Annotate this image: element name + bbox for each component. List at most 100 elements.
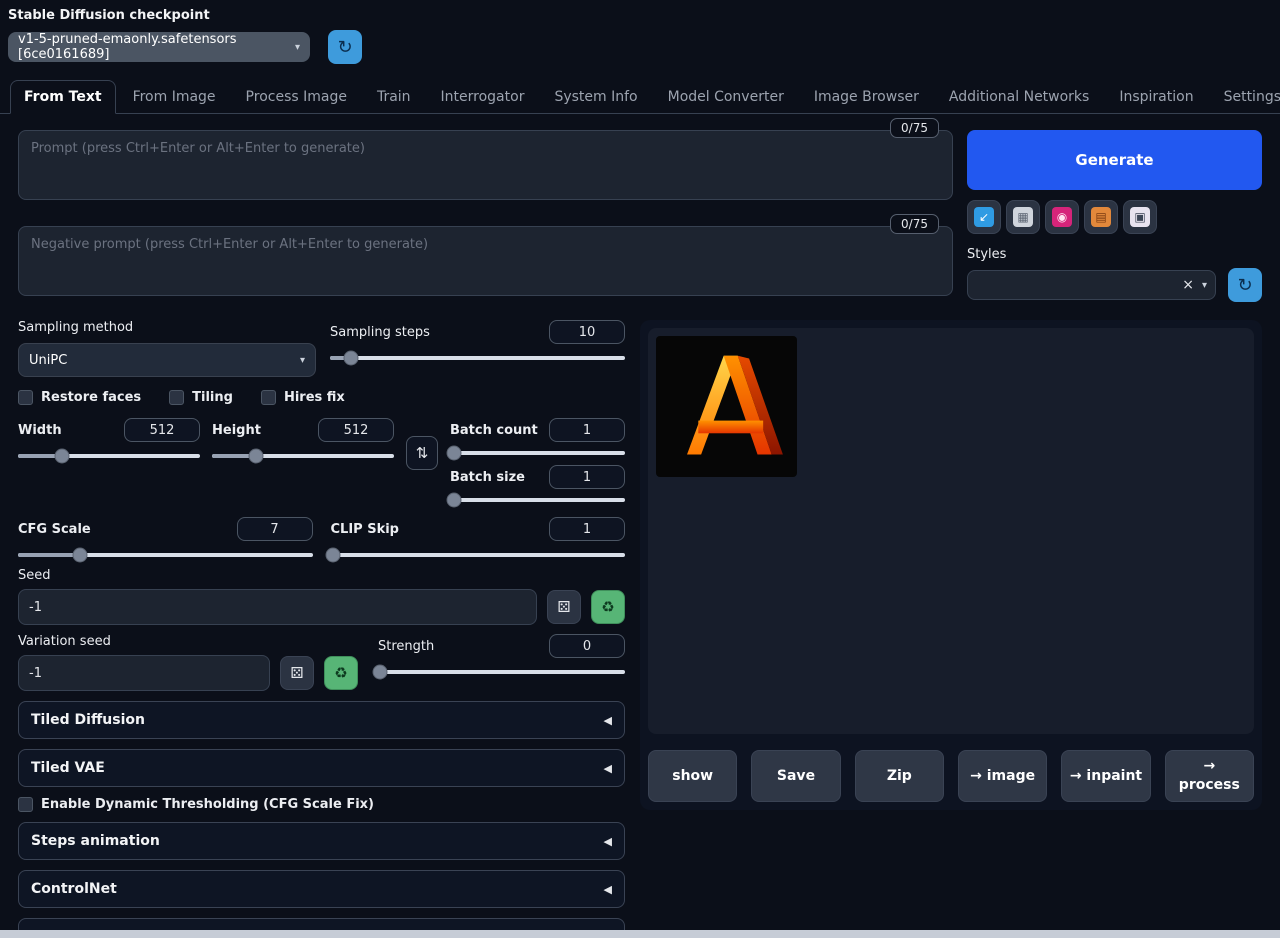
- prompt-input[interactable]: [18, 130, 953, 200]
- paste-params-icon: ↙: [974, 207, 994, 227]
- recycle-icon: ♻: [334, 664, 347, 682]
- tab-additional-networks[interactable]: Additional Networks: [936, 81, 1102, 113]
- refresh-styles-button[interactable]: ↻: [1228, 268, 1262, 302]
- random-seed-button[interactable]: ⚄: [547, 590, 581, 624]
- slider-handle[interactable]: [343, 351, 358, 366]
- send-to-image-button[interactable]: → image: [958, 750, 1047, 802]
- clip-skip-label: CLIP Skip: [331, 522, 400, 537]
- tab-train[interactable]: Train: [364, 81, 424, 113]
- variation-strength-slider[interactable]: [378, 670, 625, 674]
- checkbox-box[interactable]: [18, 797, 33, 812]
- dynamic-thresholding-checkbox[interactable]: Enable Dynamic Thresholding (CFG Scale F…: [18, 797, 625, 812]
- slider-handle[interactable]: [373, 665, 388, 680]
- tab-process-image[interactable]: Process Image: [233, 81, 360, 113]
- batch-size-label: Batch size: [450, 470, 525, 485]
- accordion-title: Tiled Diffusion: [31, 712, 145, 728]
- trash-icon: ▦: [1013, 207, 1033, 227]
- height-input[interactable]: [318, 418, 394, 442]
- clear-styles-icon[interactable]: ×: [1182, 278, 1194, 292]
- hires-fix-checkbox[interactable]: Hires fix: [261, 390, 345, 405]
- slider-handle[interactable]: [72, 548, 87, 563]
- tab-inspiration[interactable]: Inspiration: [1106, 81, 1206, 113]
- save-button[interactable]: Save: [751, 750, 840, 802]
- sampling-method-dropdown[interactable]: UniPC ▾: [18, 343, 316, 377]
- batch-count-slider[interactable]: [450, 451, 625, 455]
- cfg-scale-input[interactable]: [237, 517, 313, 541]
- refresh-icon: ↻: [337, 37, 352, 58]
- slider-handle[interactable]: [326, 548, 341, 563]
- swap-icon: ⇅: [416, 444, 429, 462]
- checkbox-box[interactable]: [18, 390, 33, 405]
- sampling-method-label: Sampling method: [18, 320, 316, 335]
- extra-networks-button[interactable]: ◉: [1045, 200, 1079, 234]
- slider-handle[interactable]: [54, 449, 69, 464]
- sampling-steps-slider[interactable]: [330, 356, 625, 360]
- accordion-title: Steps animation: [31, 833, 160, 849]
- generated-image-thumbnail[interactable]: [656, 336, 797, 477]
- slider-handle[interactable]: [446, 493, 461, 508]
- send-to-process-button[interactable]: → process: [1165, 750, 1254, 802]
- height-slider[interactable]: [212, 454, 394, 458]
- show-button[interactable]: show: [648, 750, 737, 802]
- tab-system-info[interactable]: System Info: [541, 81, 650, 113]
- styles-dropdown[interactable]: × ▾: [967, 270, 1216, 300]
- tab-from-text[interactable]: From Text: [10, 80, 116, 114]
- collapse-arrow-icon: ◀: [604, 762, 612, 775]
- checkpoint-dropdown[interactable]: v1-5-pruned-emaonly.safetensors [6ce0161…: [8, 32, 310, 62]
- batch-size-input[interactable]: [549, 465, 625, 489]
- horizontal-scrollbar[interactable]: [0, 930, 1280, 938]
- variation-strength-input[interactable]: [549, 634, 625, 658]
- accordion-controlnet[interactable]: ControlNet ◀: [18, 870, 625, 908]
- clip-skip-slider[interactable]: [331, 553, 626, 557]
- dynamic-thresholding-label: Enable Dynamic Thresholding (CFG Scale F…: [41, 797, 374, 812]
- batch-count-label: Batch count: [450, 423, 538, 438]
- accordion-title: Tiled VAE: [31, 760, 105, 776]
- clip-skip-input[interactable]: [549, 517, 625, 541]
- batch-count-input[interactable]: [549, 418, 625, 442]
- variation-seed-input[interactable]: [18, 655, 270, 691]
- styles-label: Styles: [967, 247, 1262, 262]
- tab-interrogator[interactable]: Interrogator: [428, 81, 538, 113]
- reuse-seed-button[interactable]: ♻: [591, 590, 625, 624]
- width-input[interactable]: [124, 418, 200, 442]
- logo-a-image: [656, 336, 797, 477]
- seed-input[interactable]: [18, 589, 537, 625]
- save-style-button[interactable]: ▣: [1123, 200, 1157, 234]
- sampling-steps-input[interactable]: [549, 320, 625, 344]
- slider-handle[interactable]: [446, 446, 461, 461]
- restore-faces-checkbox[interactable]: Restore faces: [18, 390, 141, 405]
- random-variation-seed-button[interactable]: ⚄: [280, 656, 314, 690]
- tiling-checkbox[interactable]: Tiling: [169, 390, 233, 405]
- accordion-steps-animation[interactable]: Steps animation ◀: [18, 822, 625, 860]
- checkbox-box[interactable]: [261, 390, 276, 405]
- refresh-checkpoint-button[interactable]: ↻: [328, 30, 362, 64]
- generate-button[interactable]: Generate: [967, 130, 1262, 190]
- paste-generation-params-button[interactable]: ↙: [967, 200, 1001, 234]
- zip-button[interactable]: Zip: [855, 750, 944, 802]
- seed-label: Seed: [18, 568, 625, 583]
- accordion-tiled-vae[interactable]: Tiled VAE ◀: [18, 749, 625, 787]
- apply-styles-button[interactable]: ▤: [1084, 200, 1118, 234]
- chevron-down-icon: ▾: [295, 42, 300, 53]
- batch-size-slider[interactable]: [450, 498, 625, 502]
- checkpoint-label: Stable Diffusion checkpoint: [8, 8, 1272, 23]
- tab-from-image[interactable]: From Image: [120, 81, 229, 113]
- recycle-icon: ♻: [601, 598, 614, 616]
- variation-strength-label: Strength: [378, 639, 434, 654]
- tab-settings[interactable]: Settings: [1211, 81, 1280, 113]
- reuse-variation-seed-button[interactable]: ♻: [324, 656, 358, 690]
- accordion-tiled-diffusion[interactable]: Tiled Diffusion ◀: [18, 701, 625, 739]
- checkbox-box[interactable]: [169, 390, 184, 405]
- width-slider[interactable]: [18, 454, 200, 458]
- clear-prompt-button[interactable]: ▦: [1006, 200, 1040, 234]
- negative-prompt-input[interactable]: [18, 226, 953, 296]
- dice-icon: ⚄: [557, 598, 570, 616]
- tab-image-browser[interactable]: Image Browser: [801, 81, 932, 113]
- swap-width-height-button[interactable]: ⇅: [406, 436, 438, 470]
- cfg-scale-slider[interactable]: [18, 553, 313, 557]
- send-to-inpaint-button[interactable]: → inpaint: [1061, 750, 1150, 802]
- output-gallery: show Save Zip → image → inpaint → proces…: [640, 320, 1262, 810]
- palette-icon: ◉: [1052, 207, 1072, 227]
- tab-model-converter[interactable]: Model Converter: [655, 81, 797, 113]
- slider-handle[interactable]: [248, 449, 263, 464]
